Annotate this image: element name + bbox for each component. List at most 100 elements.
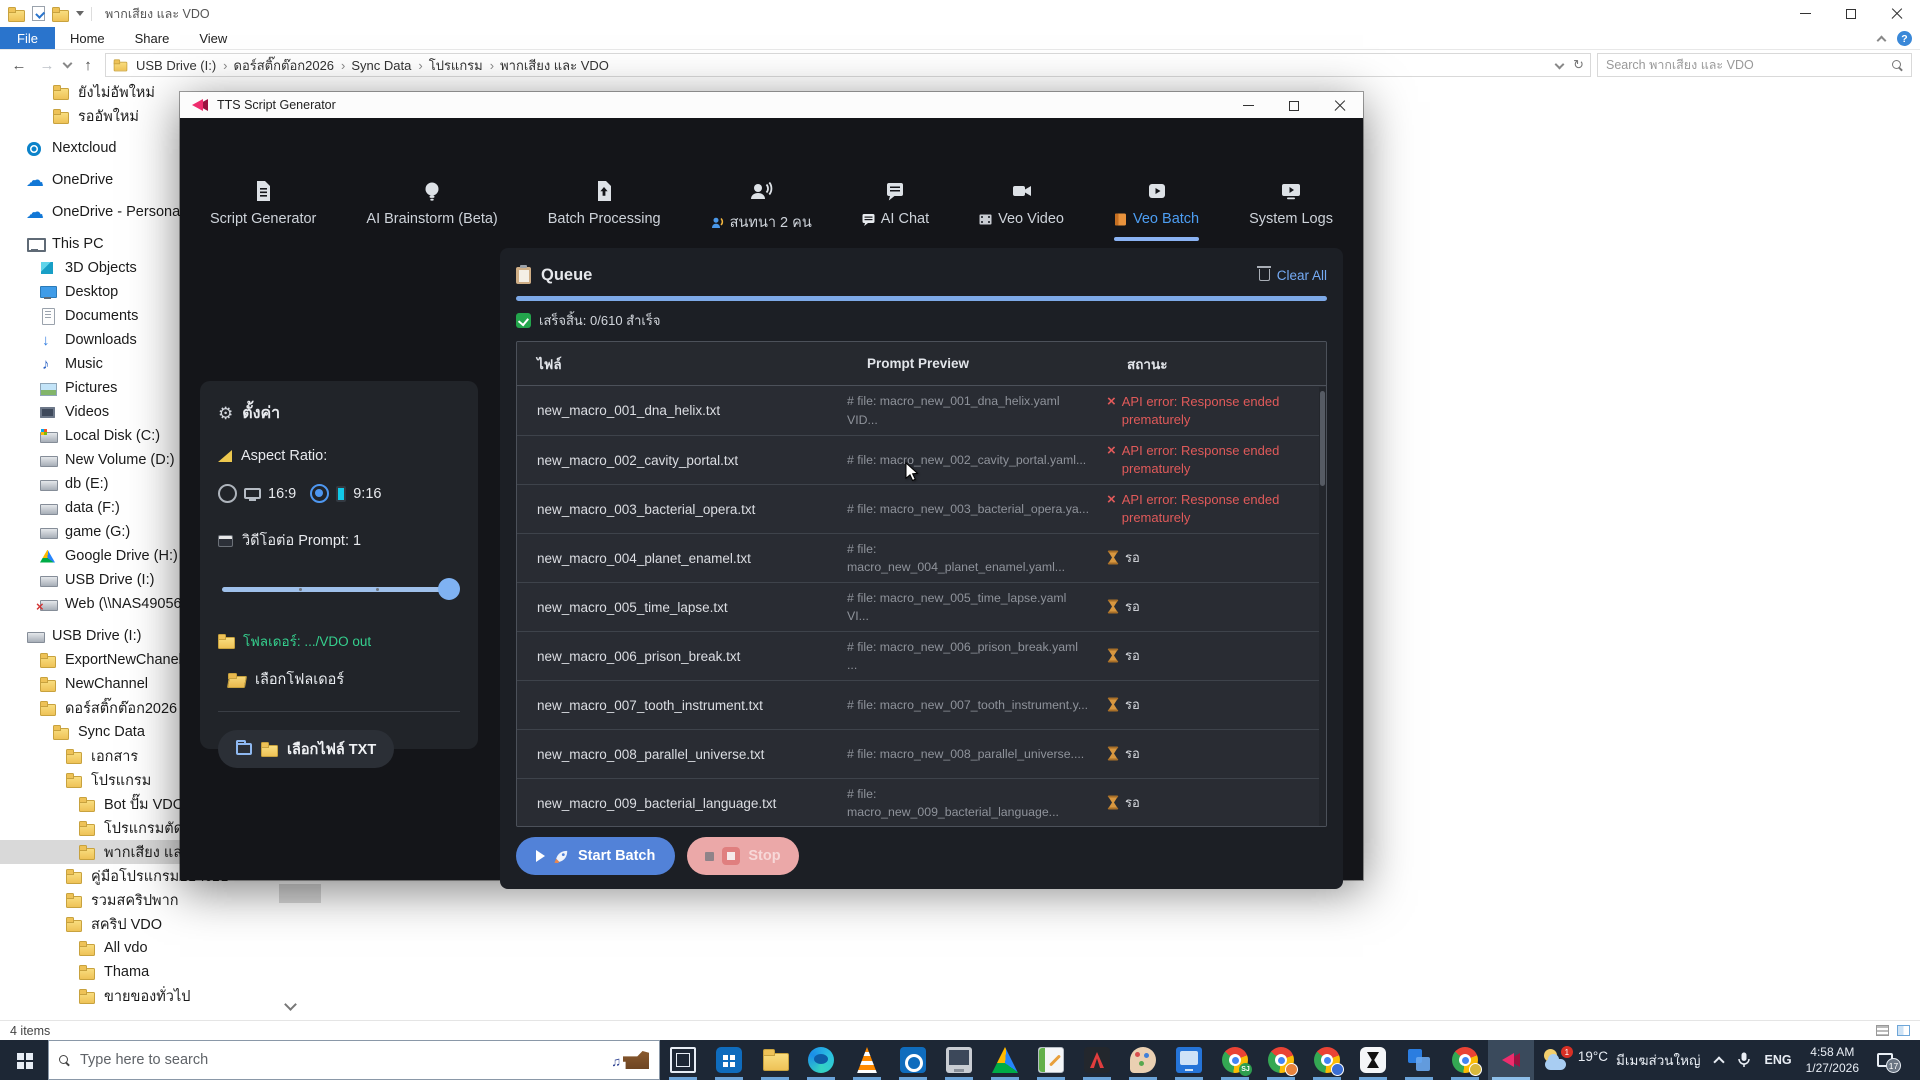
tab[interactable]: Batch Processing bbox=[548, 178, 661, 227]
breadcrumb-segment[interactable]: ดอร์สติ๊กต๊อก2026 bbox=[231, 55, 349, 76]
clock[interactable]: 4:58 AM 1/27/2026 bbox=[1806, 1044, 1859, 1076]
app-minimize-button[interactable] bbox=[1225, 92, 1271, 119]
ribbon-collapse-icon[interactable] bbox=[1877, 36, 1887, 46]
queue-row[interactable]: new_macro_005_time_lapse.txt # file: mac… bbox=[517, 582, 1326, 631]
taskbar-app[interactable] bbox=[1396, 1040, 1442, 1080]
choose-folder-button[interactable]: เลือกโฟลเดอร์ bbox=[228, 668, 460, 691]
tab[interactable]: Script Generator bbox=[210, 178, 316, 227]
menu-item[interactable]: View bbox=[184, 27, 242, 49]
queue-row[interactable]: new_macro_006_prison_break.txt # file: m… bbox=[517, 631, 1326, 680]
taskbar-app[interactable] bbox=[1442, 1040, 1488, 1080]
queue-row[interactable]: new_macro_002_cavity_portal.txt # file: … bbox=[517, 435, 1326, 484]
breadcrumb-segment[interactable]: โปรแกรม bbox=[426, 55, 497, 76]
help-icon[interactable] bbox=[1897, 31, 1912, 46]
queue-row[interactable]: new_macro_004_planet_enamel.txt # file: … bbox=[517, 533, 1326, 582]
notification-center-icon[interactable]: 17 bbox=[1873, 1049, 1897, 1071]
taskbar-app[interactable] bbox=[1166, 1040, 1212, 1080]
taskbar-app[interactable] bbox=[936, 1040, 982, 1080]
queue-row[interactable]: new_macro_007_tooth_instrument.txt # fil… bbox=[517, 680, 1326, 729]
taskbar-app[interactable] bbox=[890, 1040, 936, 1080]
taskbar-app[interactable] bbox=[1212, 1040, 1258, 1080]
queue-row[interactable]: new_macro_001_dna_helix.txt # file: macr… bbox=[517, 386, 1326, 435]
tab[interactable]: สนทนา 2 คน bbox=[711, 178, 812, 234]
taskbar-app[interactable] bbox=[1488, 1040, 1534, 1080]
quick-access-properties-icon[interactable] bbox=[32, 6, 45, 21]
tree-item[interactable]: ขายของทั่วไป bbox=[0, 984, 298, 1008]
quick-access-customize-icon[interactable] bbox=[76, 11, 84, 16]
address-bar[interactable]: USB Drive (I:)ดอร์สติ๊กต๊อก2026Sync Data… bbox=[105, 53, 1591, 77]
taskbar-app[interactable] bbox=[752, 1040, 798, 1080]
forward-icon[interactable]: → bbox=[36, 57, 58, 74]
stop-button[interactable]: Stop bbox=[687, 837, 798, 875]
videos-per-prompt-slider[interactable] bbox=[222, 578, 456, 600]
app-close-button[interactable] bbox=[1317, 92, 1363, 119]
monitor-icon bbox=[244, 488, 261, 499]
playbox-icon bbox=[1145, 178, 1169, 204]
ratio-9-16-option[interactable]: 9:16 bbox=[310, 484, 381, 503]
start-batch-button[interactable]: Start Batch bbox=[516, 837, 675, 875]
search-highlight-piano-icon[interactable]: ♫ bbox=[611, 1051, 649, 1069]
breadcrumb-segment[interactable]: พากเสียง และ VDO bbox=[497, 55, 612, 76]
taskbar-app[interactable] bbox=[798, 1040, 844, 1080]
slider-thumb[interactable] bbox=[438, 578, 460, 600]
breadcrumb-segment[interactable]: Sync Data bbox=[348, 58, 425, 73]
menu-item[interactable]: Home bbox=[55, 27, 120, 49]
taskbar-app[interactable] bbox=[1304, 1040, 1350, 1080]
tab[interactable]: Veo Video bbox=[979, 178, 1064, 227]
taskbar-app[interactable] bbox=[1120, 1040, 1166, 1080]
refresh-icon[interactable]: ↻ bbox=[1573, 57, 1584, 73]
microphone-icon[interactable] bbox=[1737, 1052, 1751, 1068]
queue-row[interactable]: new_macro_003_bacterial_opera.txt # file… bbox=[517, 484, 1326, 533]
close-button[interactable] bbox=[1874, 0, 1920, 27]
taskbar-app[interactable] bbox=[844, 1040, 890, 1080]
taskbar-app[interactable] bbox=[1350, 1040, 1396, 1080]
app-maximize-button[interactable] bbox=[1271, 92, 1317, 119]
queue-row[interactable]: new_macro_009_bacterial_language.txt # f… bbox=[517, 778, 1326, 827]
clear-all-button[interactable]: Clear All bbox=[1259, 268, 1327, 283]
language-indicator[interactable]: ENG bbox=[1765, 1053, 1792, 1067]
taskbar-app[interactable] bbox=[1028, 1040, 1074, 1080]
tree-item[interactable]: รวมสคริปพาก bbox=[0, 888, 298, 912]
tree-item[interactable]: สคริป VDO bbox=[0, 912, 298, 936]
maximize-button[interactable] bbox=[1828, 0, 1874, 27]
slider-track[interactable] bbox=[222, 587, 456, 592]
tab[interactable]: Veo Batch bbox=[1114, 178, 1199, 241]
address-dropdown-icon[interactable] bbox=[1555, 59, 1565, 69]
hidden-icons-chevron[interactable] bbox=[1713, 1056, 1724, 1067]
app-titlebar[interactable]: TTS Script Generator bbox=[180, 92, 1363, 118]
breadcrumb-segment[interactable]: USB Drive (I:) bbox=[133, 58, 231, 73]
taskbar-app[interactable] bbox=[660, 1040, 706, 1080]
explorer-search-box[interactable] bbox=[1597, 53, 1912, 77]
taskbar-app[interactable] bbox=[1074, 1040, 1120, 1080]
tab[interactable]: System Logs bbox=[1249, 178, 1333, 227]
ratio-16-9-option[interactable]: 16:9 bbox=[218, 484, 296, 503]
tab[interactable]: AI Chat bbox=[862, 178, 929, 227]
minimize-button[interactable] bbox=[1782, 0, 1828, 27]
explorer-search-input[interactable] bbox=[1606, 58, 1892, 72]
tree-item[interactable]: Thama bbox=[0, 960, 298, 984]
taskbar-app[interactable] bbox=[706, 1040, 752, 1080]
output-folder-path: โฟลเดอร์: .../VDO out bbox=[218, 630, 460, 652]
large-icons-view-icon[interactable] bbox=[1897, 1025, 1910, 1036]
up-icon[interactable]: ↑ bbox=[77, 57, 99, 74]
taskbar-search-input[interactable] bbox=[80, 1052, 601, 1068]
taskbar-app[interactable] bbox=[982, 1040, 1028, 1080]
back-icon[interactable]: ← bbox=[8, 57, 30, 74]
tree-item[interactable]: All vdo bbox=[0, 936, 298, 960]
weather-widget[interactable]: 1 19°C มีเมฆส่วนใหญ่ bbox=[1542, 1048, 1701, 1072]
menu-item[interactable]: File bbox=[0, 27, 55, 49]
radio-unselected-icon[interactable] bbox=[218, 484, 237, 503]
recent-locations-icon[interactable] bbox=[63, 59, 73, 69]
taskbar-search-box[interactable]: ♫ bbox=[48, 1040, 660, 1080]
column-header: Prompt Preview bbox=[847, 356, 1107, 371]
start-button[interactable] bbox=[0, 1040, 48, 1080]
taskbar-app[interactable] bbox=[1258, 1040, 1304, 1080]
queue-row[interactable]: new_macro_008_parallel_universe.txt # fi… bbox=[517, 729, 1326, 778]
tab[interactable]: AI Brainstorm (Beta) bbox=[366, 178, 497, 227]
details-view-icon[interactable] bbox=[1876, 1025, 1889, 1036]
choose-txt-files-button[interactable]: เลือกไฟล์ TXT bbox=[218, 730, 394, 768]
table-scrollbar[interactable] bbox=[1319, 387, 1326, 826]
quick-access-new-folder-icon[interactable] bbox=[52, 7, 69, 21]
radio-selected-icon[interactable] bbox=[310, 484, 329, 503]
menu-item[interactable]: Share bbox=[120, 27, 185, 49]
